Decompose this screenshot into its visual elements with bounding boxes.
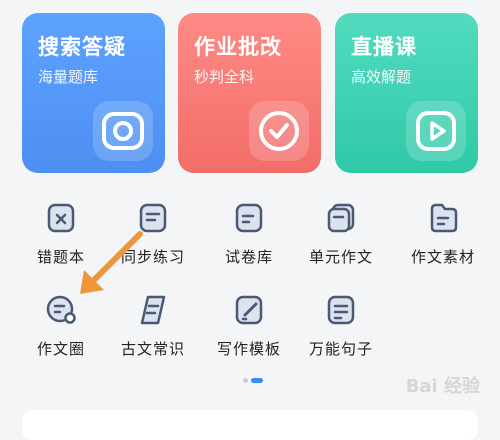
grid-item-classical-chinese[interactable]: 古文常识 — [108, 290, 198, 359]
essay-material-icon — [423, 198, 463, 238]
grid-item-label: 错题本 — [36, 248, 85, 266]
paper-library-icon — [229, 198, 269, 238]
grid-item-essay-circle[interactable]: 作文圈 — [16, 290, 106, 359]
grid-item-writing-template[interactable]: 写作模板 — [204, 290, 294, 359]
live-class-card[interactable]: 直播课 高效解题 — [335, 13, 478, 173]
grid-item-label: 试卷库 — [224, 248, 273, 266]
check-icon — [249, 101, 309, 161]
grid-item-label: 同步练习 — [120, 248, 185, 266]
classical-chinese-icon — [133, 290, 173, 330]
page-indicator — [243, 378, 263, 383]
sentence-icon — [321, 290, 361, 330]
grid-item-label: 作文圈 — [36, 340, 85, 358]
grid-item-wrong-questions[interactable]: 错题本 — [16, 198, 106, 267]
camera-icon — [93, 101, 153, 161]
watermark: Bai 经验 — [405, 376, 480, 397]
grid-item-sync-practice[interactable]: 同步练习 — [108, 198, 198, 267]
grid-item-label: 作文素材 — [410, 248, 475, 266]
wrong-question-icon — [41, 198, 81, 238]
play-icon — [406, 101, 466, 161]
card-title: 搜索答疑 — [38, 35, 126, 59]
grid-item-paper-library[interactable]: 试卷库 — [204, 198, 294, 267]
card-subtitle: 高效解题 — [351, 68, 412, 86]
grid-item-unit-essay[interactable]: 单元作文 — [296, 198, 386, 267]
writing-template-icon — [229, 290, 269, 330]
card-subtitle: 海量题库 — [38, 68, 99, 86]
grid-item-label: 万能句子 — [308, 340, 373, 358]
page-dot-active — [251, 378, 263, 383]
grid-item-label: 单元作文 — [308, 248, 373, 266]
search-answer-card[interactable]: 搜索答疑 海量题库 — [22, 13, 165, 173]
bottom-panel — [22, 410, 478, 440]
practice-icon — [133, 198, 173, 238]
unit-essay-icon — [321, 198, 361, 238]
grid-item-universal-sentences[interactable]: 万能句子 — [296, 290, 386, 359]
card-title: 直播课 — [351, 35, 417, 59]
page-dot — [243, 378, 248, 383]
grid-item-label: 古文常识 — [120, 340, 185, 358]
card-subtitle: 秒判全科 — [194, 68, 255, 86]
grid-item-essay-material[interactable]: 作文素材 — [398, 198, 488, 267]
essay-circle-icon — [41, 290, 81, 330]
card-title: 作业批改 — [194, 35, 282, 59]
grid-item-label: 写作模板 — [216, 340, 281, 358]
homework-correction-card[interactable]: 作业批改 秒判全科 — [178, 13, 321, 173]
